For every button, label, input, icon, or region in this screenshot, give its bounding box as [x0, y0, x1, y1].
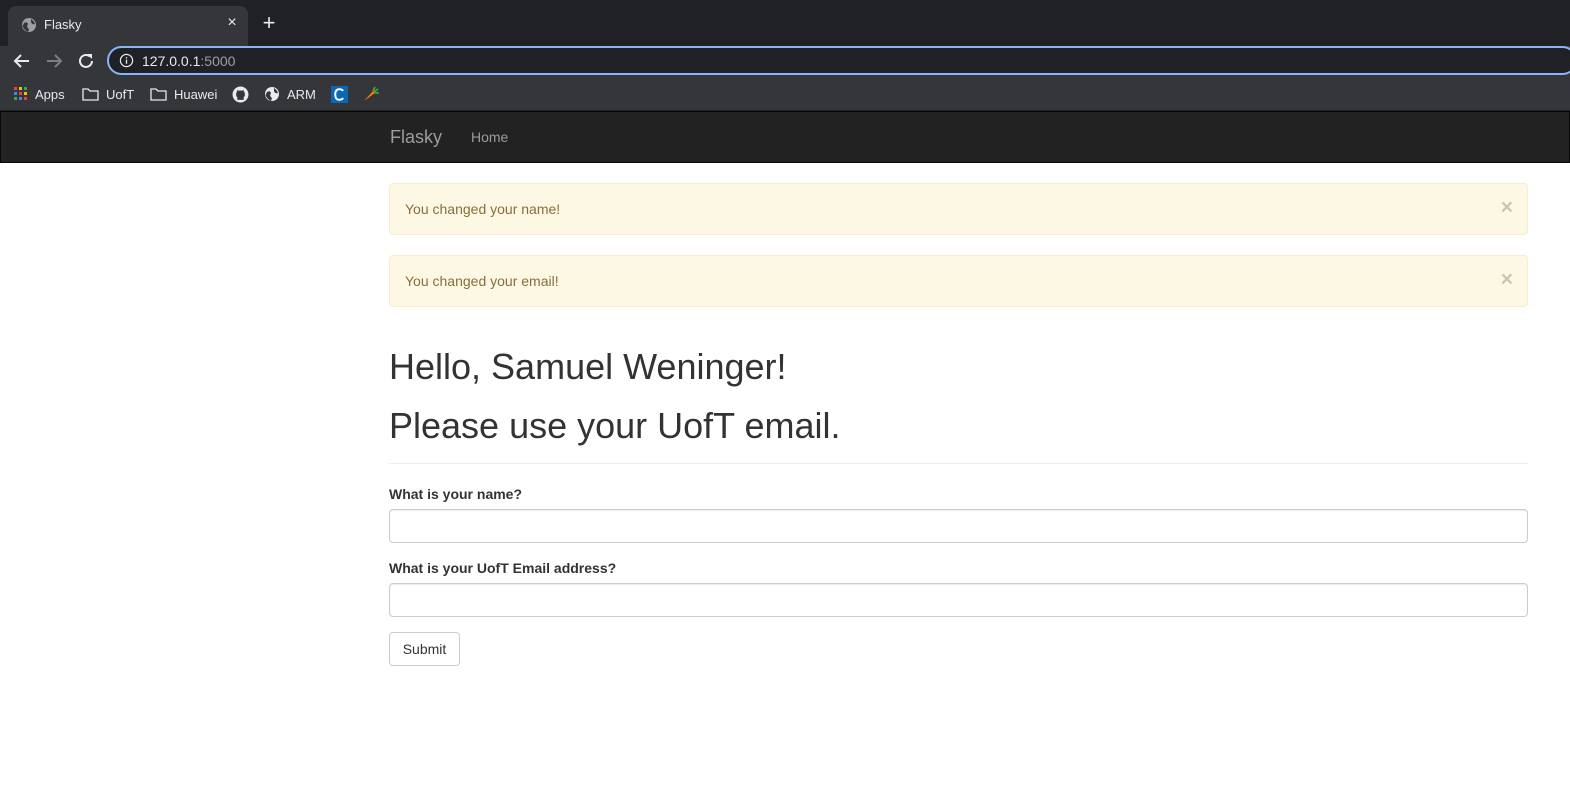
back-arrow-icon[interactable] — [10, 49, 34, 73]
globe-icon — [265, 87, 279, 101]
info-icon[interactable] — [119, 53, 134, 68]
bookmark-uoft[interactable]: UofT — [82, 85, 134, 103]
submit-button[interactable]: Submit — [389, 632, 460, 666]
email-notice-heading: Please use your UofT email. — [389, 405, 841, 446]
address-bar[interactable]: 127.0.0.1:5000 — [107, 46, 1570, 75]
name-label: What is your name? — [389, 486, 523, 502]
tab-close-icon[interactable]: × — [222, 13, 242, 33]
alert-close-icon[interactable]: × — [1501, 197, 1513, 218]
bookmark-label: UofT — [106, 86, 135, 102]
greeting-heading: Hello, Samuel Weninger! — [389, 346, 787, 387]
bookmark-label: Huawei — [174, 86, 218, 102]
name-input[interactable] — [389, 509, 1528, 543]
tab-strip: Flasky × + — [0, 0, 1570, 46]
bookmark-arm[interactable]: ARM — [264, 85, 316, 103]
folder-icon — [150, 88, 167, 101]
alert-message: You changed your name! — [405, 201, 561, 217]
bookmark-github[interactable] — [232, 85, 256, 103]
carrot-icon — [364, 86, 379, 101]
nav-home-link[interactable]: Home — [471, 129, 508, 145]
app-navbar: Flasky Home — [0, 111, 1570, 163]
tab-title: Flasky — [44, 17, 82, 32]
reload-icon[interactable] — [74, 49, 98, 73]
forward-arrow-icon[interactable] — [42, 49, 66, 73]
browser-tab[interactable]: Flasky × — [8, 6, 248, 46]
bookmark-c[interactable] — [331, 85, 355, 103]
browser-toolbar: 127.0.0.1:5000 — [0, 46, 1570, 76]
alert-warning: You changed your name! × — [389, 183, 1528, 235]
alert-message: You changed your email! — [405, 273, 559, 289]
email-input[interactable] — [389, 583, 1528, 617]
bookmark-label: ARM — [287, 86, 316, 102]
bookmark-label: Apps — [35, 86, 65, 102]
github-icon — [232, 86, 249, 102]
bookmark-huawei[interactable]: Huawei — [150, 85, 217, 103]
page-header-divider — [389, 463, 1528, 464]
alert-close-icon[interactable]: × — [1501, 269, 1513, 290]
folder-icon — [82, 88, 99, 101]
bookmark-carrot[interactable] — [362, 85, 387, 103]
navbar-brand[interactable]: Flasky — [390, 127, 442, 148]
email-label: What is your UofT Email address? — [389, 560, 617, 576]
bookmark-apps[interactable]: Apps — [14, 85, 65, 103]
bookmarks-bar: Apps UofT Huawei ARM — [0, 76, 1570, 111]
c-logo-icon — [331, 85, 348, 103]
new-tab-button[interactable]: + — [258, 12, 280, 34]
globe-icon — [22, 18, 36, 32]
url-text[interactable]: 127.0.0.1:5000 — [142, 53, 235, 69]
alert-warning: You changed your email! × — [389, 255, 1528, 307]
apps-grid-icon — [14, 87, 27, 100]
